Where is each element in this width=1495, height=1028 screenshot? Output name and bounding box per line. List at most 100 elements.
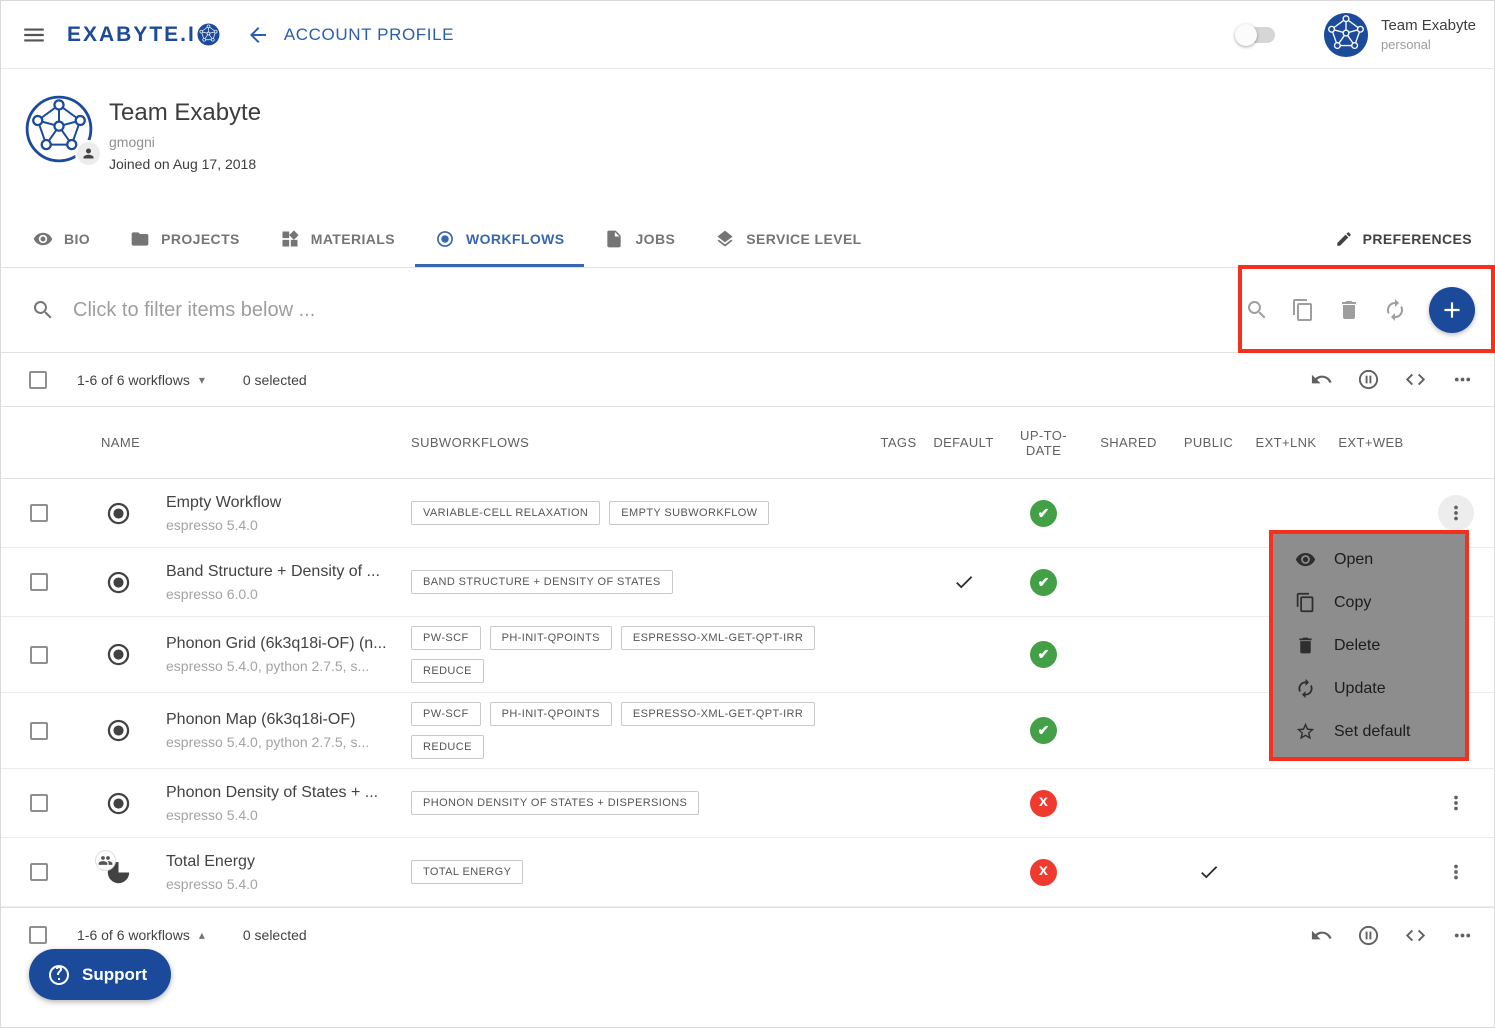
workflow-name[interactable]: Phonon Grid (6k3q18i-OF) (n...	[166, 635, 387, 653]
column-header-ext-web: EXT+WEB	[1338, 435, 1403, 450]
trash-icon	[1295, 635, 1316, 656]
pagination-dropdown[interactable]: 1-6 of 6 workflows ▾	[77, 372, 205, 388]
delete-button[interactable]	[1337, 298, 1361, 322]
support-button[interactable]: Support	[29, 949, 171, 1000]
tab-materials[interactable]: MATERIALS	[260, 211, 415, 267]
context-menu: Open Copy Delete Update Set default	[1269, 530, 1469, 761]
tab-workflows[interactable]: WORKFLOWS	[415, 211, 584, 267]
tab-bar: BIO PROJECTS MATERIALS WORKFLOWS JOBS SE…	[1, 211, 1494, 268]
context-menu-item-delete[interactable]: Delete	[1273, 624, 1465, 667]
column-header-shared: SHARED	[1100, 435, 1157, 450]
copy-button[interactable]	[1291, 298, 1315, 322]
refresh-icon	[1295, 678, 1316, 699]
subworkflow-chip: PW-SCF	[411, 702, 481, 726]
row-menu-button[interactable]	[1438, 495, 1474, 531]
more-vert-icon	[1445, 861, 1467, 883]
account-avatar[interactable]	[1323, 12, 1369, 58]
workflow-applications: espresso 5.4.0	[166, 517, 258, 533]
row-checkbox[interactable]	[30, 863, 48, 881]
undo-icon[interactable]	[1310, 924, 1333, 947]
refresh-icon	[1383, 298, 1407, 322]
row-checkbox[interactable]	[30, 573, 48, 591]
tab-bio[interactable]: BIO	[13, 211, 110, 267]
subworkflow-chip: PW-SCF	[411, 626, 481, 650]
profile-name: Team Exabyte	[109, 99, 261, 127]
pause-circle-icon[interactable]	[1357, 368, 1380, 391]
molecule-logo-icon	[197, 23, 220, 46]
search-icon	[1245, 298, 1269, 322]
up-to-date-cell: ✔	[1001, 717, 1086, 744]
workflow-name[interactable]: Empty Workflow	[166, 494, 281, 512]
workflow-name[interactable]: Phonon Map (6k3q18i-OF)	[166, 711, 355, 729]
workflow-name[interactable]: Phonon Density of States + ...	[166, 784, 378, 802]
copy-icon	[1291, 298, 1315, 322]
selected-count: 0 selected	[243, 927, 307, 943]
workflow-name[interactable]: Total Energy	[166, 853, 255, 871]
back-arrow-icon[interactable]	[246, 23, 270, 47]
workflow-applications: espresso 5.4.0	[166, 876, 258, 892]
create-button[interactable]	[1429, 287, 1475, 333]
up-to-date-ok-icon: ✔	[1030, 569, 1057, 596]
logo[interactable]: EXABYTE.I	[67, 23, 220, 47]
trash-icon	[1337, 298, 1361, 322]
menu-icon[interactable]	[21, 22, 47, 48]
account-type: personal	[1381, 37, 1476, 52]
subworkflow-chip: REDUCE	[411, 659, 484, 683]
tab-jobs[interactable]: JOBS	[584, 211, 695, 267]
filter-input[interactable]	[73, 299, 933, 322]
up-to-date-ok-icon: ✔	[1030, 641, 1057, 668]
workflow-applications: espresso 6.0.0	[166, 586, 258, 602]
row-menu-button[interactable]	[1438, 854, 1474, 890]
theme-toggle[interactable]	[1237, 27, 1275, 43]
row-checkbox[interactable]	[30, 722, 48, 740]
filter-search-button[interactable]	[1245, 298, 1269, 322]
support-label: Support	[82, 965, 147, 985]
subworkflow-chip: ESPRESSO-XML-GET-QPT-IRR	[621, 702, 815, 726]
subworkflow-chip: PHONON DENSITY OF STATES + DISPERSIONS	[411, 791, 699, 815]
pencil-icon	[1335, 230, 1353, 248]
row-menu-button[interactable]	[1438, 785, 1474, 821]
context-menu-item-update[interactable]: Update	[1273, 667, 1465, 710]
workflow-applications: espresso 5.4.0	[166, 807, 258, 823]
up-to-date-error-icon: x	[1030, 859, 1057, 886]
more-vert-icon	[1445, 792, 1467, 814]
subworkflow-chip: VARIABLE-CELL RELAXATION	[411, 501, 600, 525]
code-icon[interactable]	[1404, 924, 1427, 947]
workflow-name[interactable]: Band Structure + Density of ...	[166, 563, 380, 581]
column-header-default: DEFAULT	[933, 435, 993, 450]
tab-bar-items: BIO PROJECTS MATERIALS WORKFLOWS JOBS SE…	[13, 211, 882, 267]
pause-circle-icon[interactable]	[1357, 924, 1380, 947]
workflow-icon	[105, 641, 132, 668]
copy-icon	[1295, 592, 1316, 613]
update-button[interactable]	[1383, 298, 1407, 322]
workflow-icon	[105, 790, 132, 817]
row-checkbox[interactable]	[30, 504, 48, 522]
context-menu-item-copy[interactable]: Copy	[1273, 581, 1465, 624]
tab-projects[interactable]: PROJECTS	[110, 211, 260, 267]
selected-count: 0 selected	[243, 372, 307, 388]
code-icon[interactable]	[1404, 368, 1427, 391]
subworkflow-chip: BAND STRUCTURE + DENSITY OF STATES	[411, 570, 673, 594]
pagination-dropdown[interactable]: 1-6 of 6 workflows ▴	[77, 927, 205, 943]
row-checkbox[interactable]	[30, 646, 48, 664]
widgets-icon	[280, 229, 300, 249]
undo-icon[interactable]	[1310, 368, 1333, 391]
subworkflow-chip: PH-INIT-QPOINTS	[490, 702, 612, 726]
subworkflows-cell: PW-SCFPH-INIT-QPOINTSESPRESSO-XML-GET-QP…	[411, 626, 871, 683]
plus-icon	[1439, 297, 1465, 323]
select-all-checkbox[interactable]	[29, 371, 47, 389]
subworkflow-chip: REDUCE	[411, 735, 484, 759]
more-horiz-icon[interactable]	[1451, 368, 1474, 391]
context-menu-item-open[interactable]: Open	[1273, 538, 1465, 581]
more-horiz-icon[interactable]	[1451, 924, 1474, 947]
profile-username: gmogni	[109, 134, 261, 150]
eye-icon	[33, 229, 53, 249]
list-controls: 1-6 of 6 workflows ▴ 0 selected	[1, 907, 1494, 962]
tab-service-level[interactable]: SERVICE LEVEL	[695, 211, 881, 267]
preferences-button[interactable]: PREFERENCES	[1335, 211, 1472, 267]
select-all-checkbox[interactable]	[29, 926, 47, 944]
toggle-knob	[1235, 24, 1257, 46]
subworkflows-cell: TOTAL ENERGY	[411, 860, 871, 884]
context-menu-item-set-default[interactable]: Set default	[1273, 710, 1465, 753]
row-checkbox[interactable]	[30, 794, 48, 812]
